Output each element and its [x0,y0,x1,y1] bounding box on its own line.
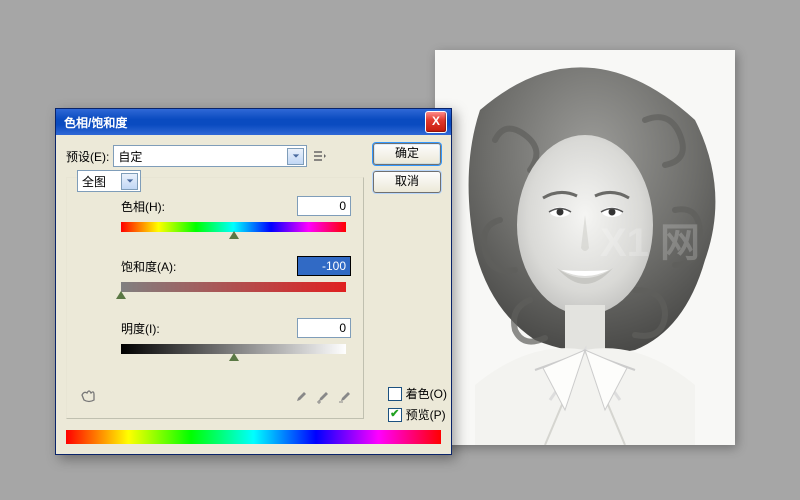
hue-saturation-dialog: 色相/饱和度 X 预设(E): 自定 确定 取消 全图 [55,108,452,455]
eyedropper-group [293,391,351,408]
slider-handle[interactable] [116,291,126,299]
dialog-title: 色相/饱和度 [64,114,127,131]
eyedropper-add-icon[interactable] [315,391,329,408]
preset-value: 自定 [118,148,287,165]
saturation-input[interactable]: -100 [297,256,351,276]
scope-combobox[interactable]: 全图 [77,170,141,192]
preview-checkbox-row[interactable]: ✔ 预览(P) [388,406,447,423]
saturation-slider-row: 饱和度(A): -100 [121,256,351,292]
scope-value: 全图 [82,173,121,190]
preset-label: 预设(E): [66,148,109,165]
hue-input[interactable]: 0 [297,196,351,216]
lightness-label: 明度(I): [121,320,160,337]
hue-slider-row: 色相(H): 0 [121,196,351,232]
lightness-input[interactable]: 0 [297,318,351,338]
titlebar[interactable]: 色相/饱和度 X [56,109,451,135]
checkbox-box [388,387,402,401]
checkbox-box: ✔ [388,408,402,422]
eyedropper-icon[interactable] [293,391,307,408]
preset-combobox[interactable]: 自定 [113,145,307,167]
ok-button[interactable]: 确定 [373,143,441,165]
saturation-slider[interactable] [121,282,346,292]
scrubby-icon[interactable] [79,387,99,408]
preview-label: 预览(P) [406,406,446,423]
document-image [435,50,735,445]
chevron-down-icon [121,173,138,190]
slider-handle[interactable] [229,231,239,239]
lightness-slider[interactable] [121,344,346,354]
cancel-button[interactable]: 取消 [373,171,441,193]
close-button[interactable]: X [425,111,447,133]
colorize-checkbox-row[interactable]: 着色(O) [388,385,447,402]
hue-slider[interactable] [121,222,346,232]
hue-spectrum-bar [66,430,441,444]
chevron-down-icon [287,148,304,165]
slider-handle[interactable] [229,353,239,361]
saturation-label: 饱和度(A): [121,258,176,275]
slider-group: 全图 色相(H): 0 [66,177,364,419]
hue-label: 色相(H): [121,198,165,215]
colorize-label: 着色(O) [406,385,447,402]
preset-menu-icon[interactable] [311,148,327,164]
lightness-slider-row: 明度(I): 0 [121,318,351,354]
eyedropper-subtract-icon[interactable] [337,391,351,408]
